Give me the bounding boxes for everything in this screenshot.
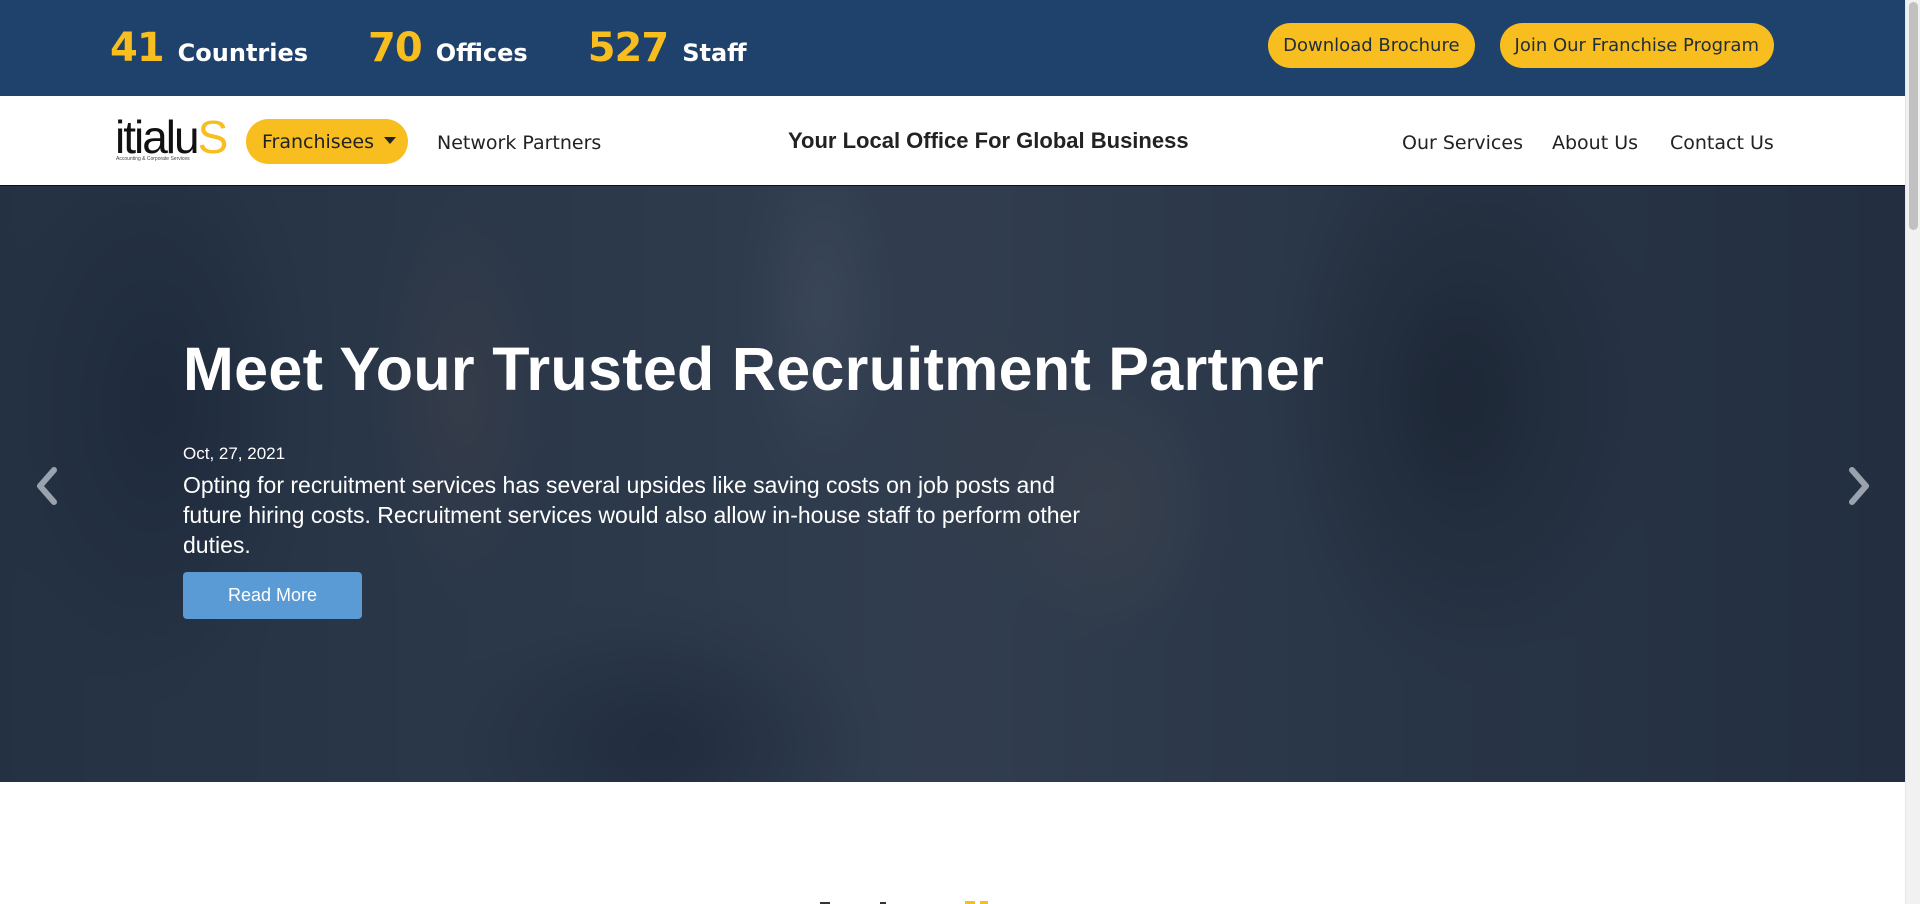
content-section	[0, 782, 1905, 904]
stats-group: 41 Countries 70 Offices 527 Staff	[110, 0, 807, 96]
chevron-left-icon	[37, 467, 57, 505]
carousel-prev-button[interactable]	[28, 456, 68, 516]
main-navbar: itialuS Accounting & Corporate Services …	[0, 96, 1905, 186]
nav-network-partners[interactable]: Network Partners	[437, 132, 601, 154]
hero-date: Oct, 27, 2021	[183, 444, 286, 463]
nav-contact-us[interactable]: Contact Us	[1670, 132, 1774, 154]
stat-label: Staff	[682, 39, 747, 67]
page-scrollbar[interactable]	[1905, 0, 1920, 904]
site-tagline: Your Local Office For Global Business	[788, 128, 1189, 153]
read-more-button[interactable]: Read More	[183, 572, 362, 619]
download-brochure-button[interactable]: Download Brochure	[1268, 23, 1475, 68]
logo-text-s: S	[197, 111, 229, 163]
hero-carousel: Meet Your Trusted Recruitment Partner Oc…	[0, 186, 1905, 782]
join-franchise-button[interactable]: Join Our Franchise Program	[1499, 23, 1774, 68]
chevron-right-icon	[1849, 467, 1869, 505]
franchisees-dropdown-button[interactable]: Franchisees	[246, 119, 408, 164]
section-heading-peek	[820, 901, 988, 904]
stat-number: 41	[110, 25, 165, 71]
hero-description: Opting for recruitment services has seve…	[183, 472, 1080, 558]
stat-staff: 527 Staff	[588, 25, 747, 71]
stat-countries: 41 Countries	[110, 25, 308, 71]
carousel-next-button[interactable]	[1838, 456, 1878, 516]
page: 41 Countries 70 Offices 527 Staff Downlo…	[0, 0, 1905, 904]
nav-our-services[interactable]: Our Services	[1402, 132, 1523, 154]
stat-offices: 70 Offices	[368, 25, 528, 71]
top-stats-bar: 41 Countries 70 Offices 527 Staff Downlo…	[0, 0, 1905, 96]
nav-about-us[interactable]: About Us	[1552, 132, 1638, 154]
stat-label: Offices	[435, 39, 528, 67]
top-buttons: Download Brochure Join Our Franchise Pro…	[1243, 23, 1774, 68]
franchisees-label: Franchisees	[262, 130, 374, 153]
logo-tagline: Accounting & Corporate Services	[116, 156, 190, 162]
stat-number: 70	[368, 25, 423, 71]
itialus-logo[interactable]: itialuS Accounting & Corporate Services	[115, 111, 230, 166]
hero-title: Meet Your Trusted Recruitment Partner	[183, 335, 1324, 403]
caret-down-icon	[384, 136, 396, 144]
stat-number: 527	[587, 25, 669, 71]
scrollbar-thumb[interactable]	[1909, 2, 1918, 230]
stat-label: Countries	[177, 39, 309, 67]
